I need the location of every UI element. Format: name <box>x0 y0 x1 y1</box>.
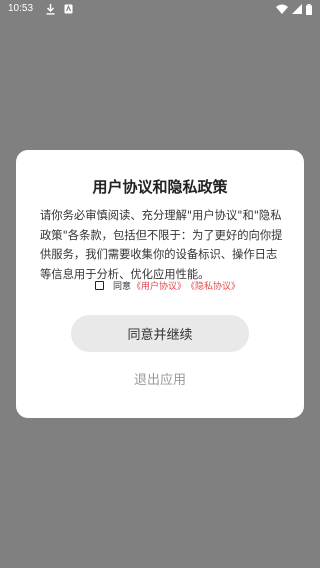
agree-checkbox[interactable] <box>95 281 104 290</box>
signal-icon <box>292 4 302 14</box>
status-left-icons <box>46 3 73 15</box>
wifi-icon <box>276 4 288 14</box>
exit-app-button[interactable]: 退出应用 <box>0 369 320 388</box>
dialog-body-text: 请你务必审慎阅读、充分理解"用户协议"和"隐私政策"各条款，包括但不限于：为了更… <box>40 209 283 281</box>
status-right-icons <box>276 3 312 15</box>
battery-icon <box>306 3 312 15</box>
user-agreement-link[interactable]: 《用户协议》 <box>132 279 186 292</box>
agree-label[interactable]: 同意 <box>113 279 131 292</box>
agree-row: 同意 《用户协议》 《隐私协议》 <box>95 279 240 292</box>
download-icon <box>46 3 55 15</box>
agree-continue-button[interactable]: 同意并继续 <box>71 315 249 352</box>
status-bar: 10:53 <box>0 0 320 18</box>
notification-icon <box>64 4 73 14</box>
privacy-policy-link[interactable]: 《隐私协议》 <box>186 279 240 292</box>
status-time: 10:53 <box>8 3 34 14</box>
dialog-title: 用户协议和隐私政策 <box>92 178 228 196</box>
